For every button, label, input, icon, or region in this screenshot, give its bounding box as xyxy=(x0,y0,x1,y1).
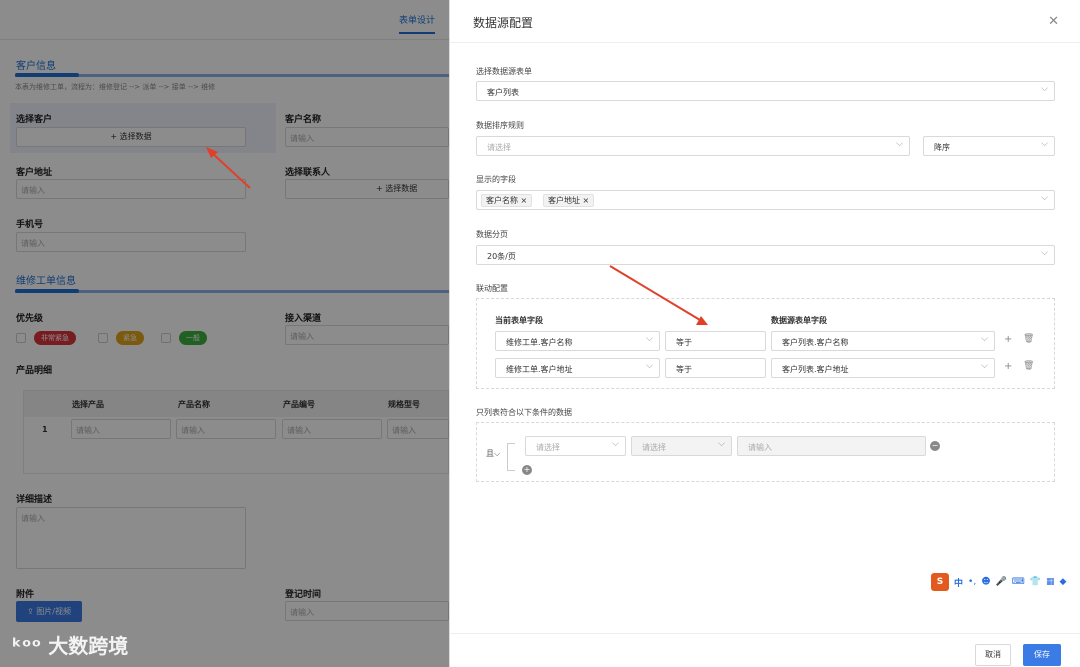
filter-op-select[interactable]: 请选择 ⌵ xyxy=(631,436,732,456)
display-fields-select[interactable]: 客户名称 × 客户地址 × ⌵ xyxy=(476,190,1055,210)
linkage-current-select[interactable]: 维修工单.客户名称 ⌵ xyxy=(495,331,660,351)
close-icon[interactable]: ✕ xyxy=(1048,14,1059,29)
toolbox-icon[interactable]: ▦ xyxy=(1046,577,1055,587)
skin-icon[interactable]: 👕 xyxy=(1030,577,1041,587)
source-form-value: 客户列表 xyxy=(487,88,519,97)
chevron-down-icon: ⌵ xyxy=(612,439,619,449)
drawer-title: 数据源配置 xyxy=(473,16,534,30)
ime-language-toggle[interactable]: 中 xyxy=(954,576,963,589)
field-chip-label: 客户名称 xyxy=(486,196,518,205)
linkage-label: 联动配置 xyxy=(476,284,508,293)
chip-close-icon[interactable]: × xyxy=(521,196,528,205)
paging-value: 20条/页 xyxy=(487,252,516,261)
emoji-icon[interactable]: ☻ xyxy=(981,577,990,587)
filter-bracket xyxy=(507,443,515,471)
keyboard-icon[interactable]: ⌨ xyxy=(1012,577,1025,587)
display-fields-label: 显示的字段 xyxy=(476,175,516,184)
modal-overlay[interactable] xyxy=(0,0,449,667)
sort-order-select[interactable]: 降序 ⌵ xyxy=(923,136,1055,156)
ime-toolbar: S 中 •, ☻ 🎤 ⌨ 👕 ▦ ◆ xyxy=(931,572,1066,592)
sort-order-value: 降序 xyxy=(934,143,950,152)
filter-conj-label: 且 xyxy=(486,449,494,458)
linkage-op-field[interactable]: 等于 xyxy=(665,331,766,351)
field-chip-label: 客户地址 xyxy=(548,196,580,205)
chevron-down-icon: ⌵ xyxy=(981,334,988,344)
linkage-source-value: 客户列表.客户地址 xyxy=(782,365,849,374)
linkage-op-field[interactable]: 等于 xyxy=(665,358,766,378)
linkage-source-select[interactable]: 客户列表.客户地址 ⌵ xyxy=(771,358,995,378)
chevron-down-icon: ⌵ xyxy=(646,334,653,344)
filter-label: 只列表符合以下条件的数据 xyxy=(476,408,572,417)
chevron-down-icon: ⌵ xyxy=(718,439,725,449)
filter-conjunction[interactable]: 且⌵ xyxy=(486,448,500,459)
chevron-down-icon: ⌵ xyxy=(1041,84,1048,94)
filter-value-placeholder: 请输入 xyxy=(748,443,772,452)
chevron-down-icon: ⌵ xyxy=(1041,139,1048,149)
field-chip: 客户名称 × xyxy=(481,194,533,207)
filter-op-placeholder: 请选择 xyxy=(642,443,666,452)
data-source-drawer: 数据源配置 ✕ 选择数据源表单 客户列表 ⌵ 数据排序规则 请选择 ⌵ 降序 ⌵ 显示… xyxy=(449,0,1080,667)
field-chip: 客户地址 × xyxy=(543,194,595,207)
linkage-op-value: 等于 xyxy=(676,338,692,347)
drawer-footer: 取消 保存 xyxy=(450,633,1080,667)
chevron-down-icon: ⌵ xyxy=(1041,248,1048,258)
linkage-op-value: 等于 xyxy=(676,365,692,374)
cancel-button[interactable]: 取消 xyxy=(975,644,1011,666)
chevron-down-icon: ⌵ xyxy=(981,361,988,371)
chevron-down-icon: ⌵ xyxy=(1041,193,1048,203)
linkage-current-value: 维修工单.客户名称 xyxy=(506,338,573,347)
filter-field-select[interactable]: 请选择 ⌵ xyxy=(525,436,626,456)
linkage-current-select[interactable]: 维修工单.客户地址 ⌵ xyxy=(495,358,660,378)
chevron-down-icon: ⌵ xyxy=(896,139,903,149)
chevron-down-icon: ⌵ xyxy=(494,449,501,458)
remove-condition-icon[interactable]: − xyxy=(930,441,940,451)
source-form-label: 选择数据源表单 xyxy=(476,67,532,76)
linkage-col-source: 数据源表单字段 xyxy=(771,316,827,325)
watermark: ᵏᵒᵒ 大数跨境 xyxy=(12,630,128,659)
source-form-select[interactable]: 客户列表 ⌵ xyxy=(476,81,1055,101)
watermark-logo-icon: ᵏᵒᵒ xyxy=(12,634,49,658)
delete-icon[interactable]: 🗑 xyxy=(1023,334,1034,344)
add-icon[interactable]: + xyxy=(1004,334,1012,345)
add-condition-icon[interactable]: + xyxy=(522,465,532,475)
linkage-source-value: 客户列表.客户名称 xyxy=(782,338,849,347)
sort-field-select[interactable]: 请选择 ⌵ xyxy=(476,136,910,156)
chevron-down-icon: ⌵ xyxy=(646,361,653,371)
add-icon[interactable]: + xyxy=(1004,361,1012,372)
chip-close-icon[interactable]: × xyxy=(583,196,590,205)
paging-select[interactable]: 20条/页 ⌵ xyxy=(476,245,1055,265)
sort-label: 数据排序规则 xyxy=(476,121,524,130)
microphone-icon[interactable]: 🎤 xyxy=(996,577,1007,587)
filter-field-placeholder: 请选择 xyxy=(536,443,560,452)
linkage-box: 当前表单字段 数据源表单字段 维修工单.客户名称 ⌵ 等于 客户列表.客户名称 ⌵ … xyxy=(476,298,1055,389)
linkage-col-current: 当前表单字段 xyxy=(495,316,543,325)
sort-field-placeholder: 请选择 xyxy=(487,143,511,152)
more-icon[interactable]: ◆ xyxy=(1060,577,1067,587)
filter-box: 且⌵ 请选择 ⌵ 请选择 ⌵ 请输入 − + xyxy=(476,422,1055,482)
delete-icon[interactable]: 🗑 xyxy=(1023,361,1034,371)
linkage-source-select[interactable]: 客户列表.客户名称 ⌵ xyxy=(771,331,995,351)
save-button[interactable]: 保存 xyxy=(1023,644,1061,666)
watermark-text: 大数跨境 xyxy=(48,634,129,658)
drawer-header: 数据源配置 ✕ xyxy=(450,0,1080,43)
filter-value-input[interactable]: 请输入 xyxy=(737,436,926,456)
sogou-logo-icon[interactable]: S xyxy=(931,573,949,591)
punctuation-icon[interactable]: •, xyxy=(968,577,976,587)
linkage-current-value: 维修工单.客户地址 xyxy=(506,365,573,374)
paging-label: 数据分页 xyxy=(476,230,508,239)
